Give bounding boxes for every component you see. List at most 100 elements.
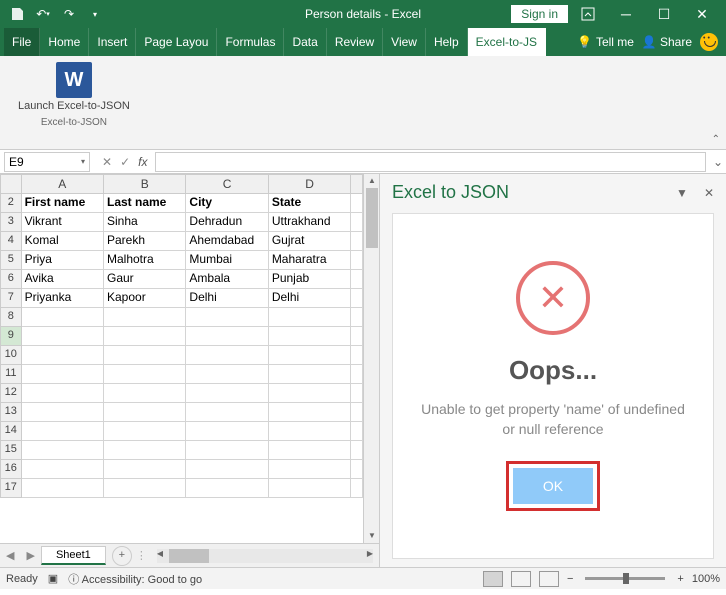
- zoom-in-button[interactable]: +: [677, 573, 683, 585]
- cell-D17[interactable]: [269, 479, 351, 498]
- row-header-14[interactable]: 14: [0, 422, 22, 441]
- scroll-up-icon[interactable]: ▲: [364, 174, 379, 188]
- formula-bar[interactable]: [155, 152, 706, 172]
- save-icon[interactable]: [6, 3, 28, 25]
- row-header-13[interactable]: 13: [0, 403, 22, 422]
- tab-insert[interactable]: Insert: [89, 28, 136, 56]
- cell-B17[interactable]: [104, 479, 186, 498]
- collapse-ribbon-icon[interactable]: ⌃: [712, 134, 720, 145]
- qat-customize-icon[interactable]: ▾: [84, 3, 106, 25]
- cell-B6[interactable]: Gaur: [104, 270, 186, 289]
- cell-D5[interactable]: Maharatra: [269, 251, 351, 270]
- cell-B11[interactable]: [104, 365, 186, 384]
- cell-A17[interactable]: [22, 479, 104, 498]
- row-header-5[interactable]: 5: [0, 251, 22, 270]
- col-header-D[interactable]: D: [269, 174, 351, 194]
- row-header-12[interactable]: 12: [0, 384, 22, 403]
- share-button[interactable]: 👤Share: [642, 35, 692, 49]
- expand-formula-bar-icon[interactable]: ⌄: [710, 155, 726, 169]
- feedback-smiley-icon[interactable]: [700, 33, 718, 51]
- sheet-nav-prev-icon[interactable]: ◀: [0, 549, 20, 562]
- cell-C14[interactable]: [186, 422, 268, 441]
- col-header-B[interactable]: B: [104, 174, 186, 194]
- cell-B15[interactable]: [104, 441, 186, 460]
- cell-A8[interactable]: [22, 308, 104, 327]
- cell-A3[interactable]: Vikrant: [22, 213, 104, 232]
- cell-B7[interactable]: Kapoor: [104, 289, 186, 308]
- view-page-break-icon[interactable]: [539, 571, 559, 587]
- tab-file[interactable]: File: [4, 28, 40, 56]
- tab-page-layout[interactable]: Page Layou: [136, 28, 217, 56]
- grid-cells[interactable]: ABCD2First nameLast nameCityState3Vikran…: [0, 174, 363, 543]
- cell-C9[interactable]: [186, 327, 268, 346]
- cell-D14[interactable]: [269, 422, 351, 441]
- sheet-tab-sheet1[interactable]: Sheet1: [41, 546, 106, 565]
- redo-icon[interactable]: ↷: [58, 3, 80, 25]
- cell-D12[interactable]: [269, 384, 351, 403]
- tab-view[interactable]: View: [383, 28, 426, 56]
- cancel-formula-icon[interactable]: ✕: [102, 155, 112, 169]
- cell-A14[interactable]: [22, 422, 104, 441]
- select-all-corner[interactable]: [0, 174, 22, 194]
- cell-A4[interactable]: Komal: [22, 232, 104, 251]
- row-header-8[interactable]: 8: [0, 308, 22, 327]
- cell-C4[interactable]: Ahemdabad: [186, 232, 268, 251]
- cell-C6[interactable]: Ambala: [186, 270, 268, 289]
- row-header-6[interactable]: 6: [0, 270, 22, 289]
- cell-D10[interactable]: [269, 346, 351, 365]
- scroll-thumb[interactable]: [366, 188, 378, 248]
- cell-D3[interactable]: Uttrakhand: [269, 213, 351, 232]
- cell-D15[interactable]: [269, 441, 351, 460]
- cell-B16[interactable]: [104, 460, 186, 479]
- row-header-16[interactable]: 16: [0, 460, 22, 479]
- cell-C17[interactable]: [186, 479, 268, 498]
- tab-data[interactable]: Data: [284, 28, 326, 56]
- zoom-slider[interactable]: [585, 577, 665, 580]
- cell-A10[interactable]: [22, 346, 104, 365]
- cell-C3[interactable]: Dehradun: [186, 213, 268, 232]
- tab-review[interactable]: Review: [327, 28, 383, 56]
- cell-A2[interactable]: First name: [22, 194, 104, 213]
- cell-C10[interactable]: [186, 346, 268, 365]
- cell-B12[interactable]: [104, 384, 186, 403]
- scroll-down-icon[interactable]: ▼: [364, 529, 379, 543]
- accessibility-status[interactable]: ⓘ Accessibility: Good to go: [68, 571, 202, 587]
- zoom-level[interactable]: 100%: [692, 573, 720, 585]
- cell-D4[interactable]: Gujrat: [269, 232, 351, 251]
- hscroll-thumb[interactable]: [169, 549, 209, 563]
- row-header-7[interactable]: 7: [0, 289, 22, 308]
- cell-D13[interactable]: [269, 403, 351, 422]
- view-page-layout-icon[interactable]: [511, 571, 531, 587]
- row-header-3[interactable]: 3: [0, 213, 22, 232]
- cell-B2[interactable]: Last name: [104, 194, 186, 213]
- col-header-A[interactable]: A: [22, 174, 104, 194]
- row-header-10[interactable]: 10: [0, 346, 22, 365]
- cell-C11[interactable]: [186, 365, 268, 384]
- cell-A6[interactable]: Avika: [22, 270, 104, 289]
- row-header-4[interactable]: 4: [0, 232, 22, 251]
- vertical-scrollbar[interactable]: ▲ ▼: [363, 174, 379, 543]
- tab-formulas[interactable]: Formulas: [217, 28, 284, 56]
- add-sheet-button[interactable]: +: [112, 546, 132, 566]
- macro-record-icon[interactable]: ▣: [48, 572, 58, 585]
- cell-B9[interactable]: [104, 327, 186, 346]
- cell-D16[interactable]: [269, 460, 351, 479]
- minimize-icon[interactable]: ─: [608, 0, 644, 28]
- sheet-nav-next-icon[interactable]: ▶: [20, 549, 40, 562]
- cell-A9[interactable]: [22, 327, 104, 346]
- cell-C12[interactable]: [186, 384, 268, 403]
- row-header-9[interactable]: 9: [0, 327, 22, 346]
- tab-help[interactable]: Help: [426, 28, 468, 56]
- cell-C8[interactable]: [186, 308, 268, 327]
- cell-C2[interactable]: City: [186, 194, 268, 213]
- cell-C13[interactable]: [186, 403, 268, 422]
- cell-A15[interactable]: [22, 441, 104, 460]
- ok-button[interactable]: OK: [513, 468, 593, 504]
- zoom-out-button[interactable]: −: [567, 573, 573, 585]
- maximize-icon[interactable]: ☐: [646, 0, 682, 28]
- row-header-15[interactable]: 15: [0, 441, 22, 460]
- cell-D8[interactable]: [269, 308, 351, 327]
- cell-B4[interactable]: Parekh: [104, 232, 186, 251]
- cell-B10[interactable]: [104, 346, 186, 365]
- cell-B14[interactable]: [104, 422, 186, 441]
